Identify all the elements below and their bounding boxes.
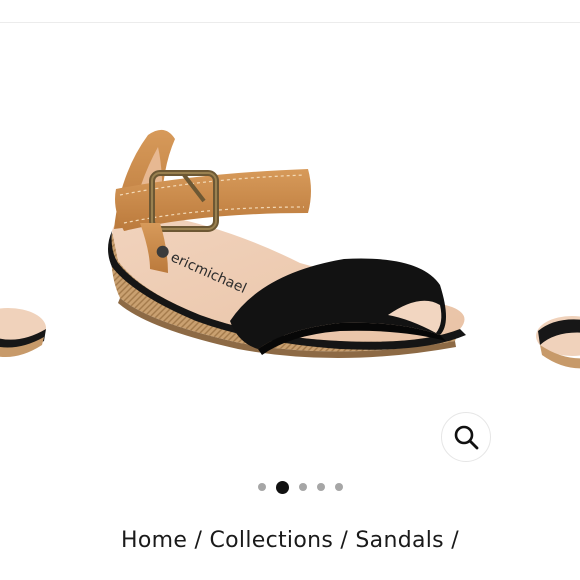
product-image-carousel[interactable]: ericmichael (0, 23, 580, 463)
magnifier-icon (454, 425, 479, 450)
carousel-pagination (10, 478, 580, 496)
main-sandal: ericmichael (108, 129, 466, 359)
top-bar (0, 0, 580, 23)
breadcrumb-separator: / (340, 528, 349, 553)
zoom-button[interactable] (441, 412, 491, 462)
previous-slide-peek (0, 308, 46, 357)
breadcrumb-sandals[interactable]: Sandals (355, 528, 444, 553)
breadcrumb-separator: / (451, 528, 459, 553)
carousel-dot-5[interactable] (334, 483, 343, 491)
breadcrumb: Home / Collections / Sandals / (0, 528, 580, 553)
breadcrumb-collections[interactable]: Collections (210, 528, 334, 553)
next-slide-peek (536, 316, 580, 369)
carousel-dot-1[interactable] (257, 483, 266, 491)
breadcrumb-home[interactable]: Home (121, 528, 187, 553)
carousel-dot-2-active[interactable] (275, 480, 289, 494)
sandal-product-image: ericmichael (0, 129, 580, 369)
carousel-dot-3[interactable] (298, 483, 307, 491)
carousel-dot-4[interactable] (316, 483, 325, 491)
breadcrumb-separator: / (194, 528, 203, 553)
